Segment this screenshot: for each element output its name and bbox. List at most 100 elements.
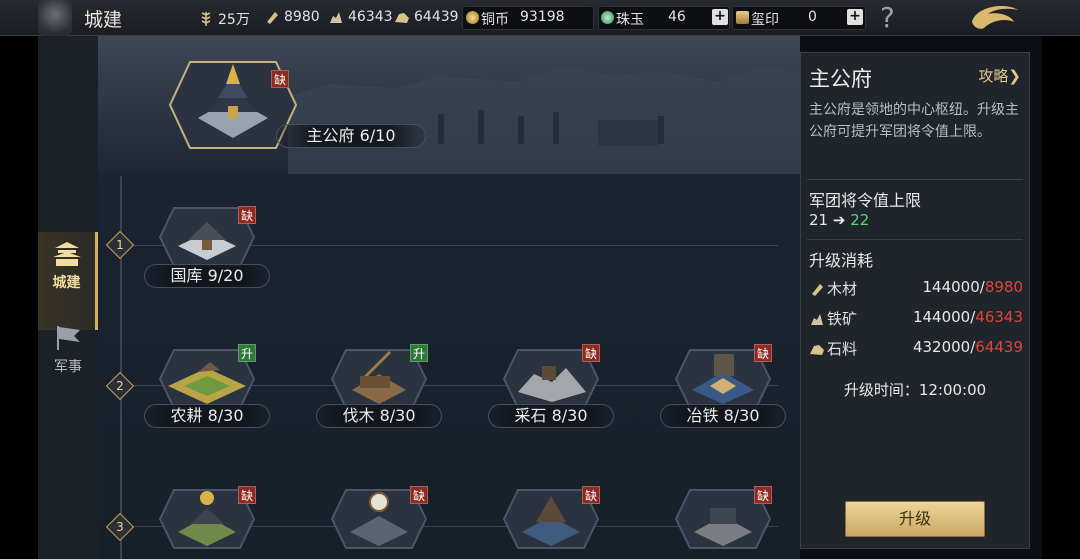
cost-value: 432000/64439	[912, 338, 1023, 356]
building-farm[interactable]: 升 农耕 8/30	[140, 334, 280, 430]
tier-1-label: 1	[116, 238, 124, 252]
guide-link[interactable]: 攻略❯	[978, 65, 1021, 86]
cost-need: 144000	[912, 308, 971, 326]
wood-value: 8980	[284, 9, 320, 25]
building-lumber[interactable]: 升 伐木 8/30	[312, 334, 452, 430]
panel-title: 主公府	[809, 67, 872, 91]
cost-value: 144000/8980	[922, 278, 1023, 296]
wood-resource: 8980	[264, 9, 320, 25]
building-badge: 升	[238, 344, 256, 362]
building-name: 冶铁 8/30	[660, 404, 786, 428]
cost-row-wood: 木材 144000/8980	[809, 278, 1023, 300]
main-building-badge: 缺	[271, 70, 289, 88]
tier-2-label: 2	[116, 379, 124, 393]
stone-value: 64439	[414, 9, 459, 25]
building-badge: 缺	[754, 486, 772, 504]
limit-values: 21 ➔ 22	[809, 211, 869, 229]
arrow-right-icon: ➔	[832, 211, 851, 229]
building-name: 采石 8/30	[488, 404, 614, 428]
jade-value: 46	[668, 9, 686, 25]
building-name: 农耕 8/30	[144, 404, 270, 428]
divider	[807, 239, 1023, 240]
side-nav: 城建 军事	[38, 36, 98, 559]
jade-add-button[interactable]: +	[712, 9, 728, 25]
stone-icon	[395, 13, 409, 23]
iron-value: 46343	[348, 9, 393, 25]
upgrade-button[interactable]: 升级	[845, 501, 985, 537]
wood-icon	[812, 284, 823, 296]
building-treasury[interactable]: 缺 国库 9/20	[140, 196, 280, 292]
stone-icon	[810, 345, 824, 355]
cost-row-iron: 铁矿 144000/46343	[809, 308, 1023, 330]
building-tier3-3[interactable]: 缺	[484, 476, 624, 559]
cost-have: 64439	[975, 338, 1023, 356]
war-flag-icon	[57, 326, 80, 350]
divider	[807, 179, 1023, 180]
dragon-logo-icon[interactable]	[966, 0, 1024, 34]
seal-label: 玺印	[751, 12, 779, 28]
building-detail-panel: 主公府 攻略❯ 主公府是领地的中心枢纽。升级主公府可提升军团将令值上限。 军团将…	[800, 52, 1030, 549]
limit-new: 22	[850, 211, 870, 229]
building-badge: 升	[410, 344, 428, 362]
building-badge: 缺	[238, 486, 256, 504]
seal-add-button[interactable]: +	[847, 9, 863, 25]
tier-3-label: 3	[116, 520, 124, 534]
wood-icon	[267, 12, 278, 24]
guide-label: 攻略	[978, 67, 1009, 85]
cost-name: 木材	[827, 280, 858, 298]
cost-need: 432000	[912, 338, 971, 356]
cost-name: 石料	[827, 340, 858, 358]
iron-ore-icon	[811, 314, 823, 325]
nav-city-label: 城建	[52, 275, 81, 291]
building-badge: 缺	[582, 344, 600, 362]
building-name: 伐木 8/30	[316, 404, 442, 428]
cost-name: 铁矿	[827, 310, 858, 328]
iron-ore-icon	[330, 12, 342, 23]
nav-military-tab[interactable]: 军事	[38, 322, 98, 392]
page-title: 城建	[84, 9, 123, 31]
building-tier3-4[interactable]: 缺	[656, 476, 796, 559]
building-badge: 缺	[410, 486, 428, 504]
main-building-name: 主公府 6/10	[276, 124, 426, 148]
building-name: 国库 9/20	[144, 264, 270, 288]
building-badge: 缺	[754, 344, 772, 362]
grain-value: 25万	[218, 12, 250, 28]
cost-have: 46343	[975, 308, 1023, 326]
jade-label: 珠玉	[616, 12, 644, 28]
building-tier3-1[interactable]: 缺	[140, 476, 280, 559]
chevron-right-icon: ❯	[1008, 67, 1021, 85]
copper-label: 铜币	[481, 12, 509, 28]
building-badge: 缺	[582, 486, 600, 504]
iron-resource: 46343	[328, 9, 393, 25]
top-bar: 城建 25万 8980 46343 64439 铜币 93198 珠玉 46 +…	[0, 0, 1080, 36]
cost-need: 144000	[922, 278, 980, 296]
city-building-icon	[52, 242, 81, 266]
right-edge	[1042, 36, 1080, 559]
limit-title: 军团将令值上限	[809, 191, 922, 210]
seal-value: 0	[808, 9, 817, 25]
building-description: 主公府是领地的中心枢纽。升级主公府可提升军团将令值上限。	[809, 102, 1019, 140]
nav-military-label: 军事	[54, 359, 82, 375]
cost-title: 升级消耗	[809, 251, 874, 270]
copper-value: 93198	[520, 9, 565, 25]
copper-coin-icon	[466, 11, 479, 24]
nav-city-tab[interactable]: 城建	[38, 232, 98, 330]
cost-have: 8980	[984, 278, 1023, 296]
grain-resource: 25万	[198, 9, 250, 29]
seal-icon	[736, 11, 749, 24]
building-smelter[interactable]: 缺 冶铁 8/30	[656, 334, 796, 430]
help-button[interactable]: ?	[880, 1, 895, 34]
cost-row-stone: 石料 432000/64439	[809, 338, 1023, 360]
city-build-main: 1 2 3 缺 主公府 6/10 缺 国库 9/20 升 农耕 8/30 升 伐…	[98, 36, 800, 559]
left-edge	[0, 36, 38, 559]
upgrade-time: 升级时间：12:00:00	[843, 381, 987, 399]
cost-value: 144000/46343	[912, 308, 1023, 326]
grain-icon	[201, 12, 211, 26]
stone-resource: 64439	[394, 9, 459, 25]
avatar[interactable]	[38, 0, 72, 36]
main-building-card[interactable]: 缺 主公府 6/10	[168, 40, 428, 160]
building-tier3-2[interactable]: 缺	[312, 476, 452, 559]
building-quarry[interactable]: 缺 采石 8/30	[484, 334, 624, 430]
jade-icon	[601, 11, 614, 24]
limit-old: 21	[809, 211, 829, 229]
